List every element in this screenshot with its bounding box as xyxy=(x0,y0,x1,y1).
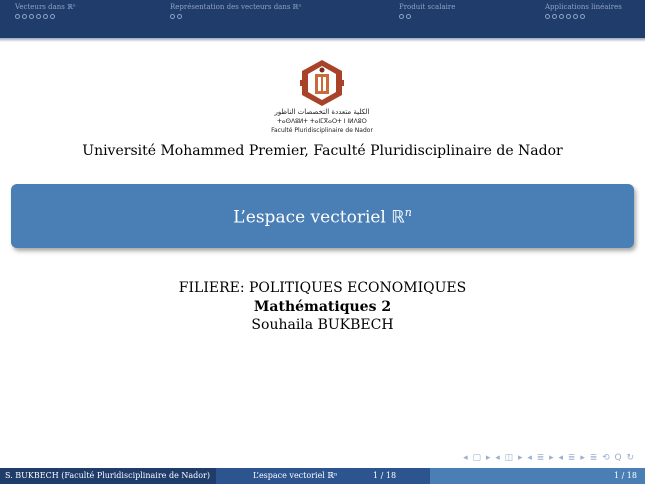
nav-dot[interactable] xyxy=(573,14,578,19)
nav-dot[interactable] xyxy=(552,14,557,19)
nav-subsection-dots xyxy=(545,14,622,19)
nav-dot[interactable] xyxy=(36,14,41,19)
nav-section-representation[interactable]: Représentation des vecteurs dans ℝⁿ xyxy=(170,2,302,19)
section-navigation-bar: Vecteurs dans ℝⁿ Représentation des vect… xyxy=(0,0,645,38)
nav-section-label: Applications linéaires xyxy=(545,3,622,11)
footer-middle: L’espace vectoriel ℝⁿ 1 / 18 xyxy=(216,468,430,484)
nav-dot[interactable] xyxy=(29,14,34,19)
nav-dot[interactable] xyxy=(22,14,27,19)
logo-french-text: Faculté Pluridisciplinaire de Nador xyxy=(271,127,373,134)
nav-dot[interactable] xyxy=(43,14,48,19)
logo-tifinagh-text: ⵜⴰⵙⴷⵓⵍⵜ ⵜⴰⵏⵎⴳⴰⵔⵜ ⵏ ⵏⵍⴷⵓⵔ xyxy=(277,118,367,125)
nav-section-label: Vecteurs dans ℝⁿ xyxy=(15,3,76,11)
footer-short-title: L’espace vectoriel ℝⁿ xyxy=(253,471,338,480)
nav-dot[interactable] xyxy=(15,14,20,19)
emblem-icon xyxy=(300,60,344,106)
nav-subsection-dots xyxy=(170,14,302,19)
filiere-line: FILIERE: POLITIQUES ECONOMIQUES xyxy=(178,280,467,296)
nav-bar-shadow xyxy=(0,38,645,42)
nav-section-label: Représentation des vecteurs dans ℝⁿ xyxy=(170,3,302,11)
nav-dot[interactable] xyxy=(559,14,564,19)
footer-author: S. BUKBECH (Faculté Pluridisciplinaire d… xyxy=(5,471,210,480)
nav-section-applications[interactable]: Applications linéaires xyxy=(545,2,622,19)
university-logo: الكلية متعددة التخصصات الناظور ⵜⴰⵙⴷⵓⵍⵜ ⵜ… xyxy=(271,60,373,134)
nav-section-label: Produit scalaire xyxy=(399,3,456,11)
author-name: Souhaila BUKBECH xyxy=(251,317,394,333)
nav-dot[interactable] xyxy=(399,14,404,19)
logo-arabic-text: الكلية متعددة التخصصات الناظور xyxy=(274,108,370,116)
nav-dot[interactable] xyxy=(170,14,175,19)
footer-page-center: 1 / 18 xyxy=(373,471,397,480)
title-box: L’espace vectoriel ℝn xyxy=(11,184,634,248)
nav-dot[interactable] xyxy=(177,14,182,19)
nav-dot[interactable] xyxy=(545,14,550,19)
nav-dot[interactable] xyxy=(566,14,571,19)
nav-dot[interactable] xyxy=(50,14,55,19)
footer-page-number: 1 / 18 xyxy=(613,471,637,480)
footer-right: 1 / 18 xyxy=(430,468,645,484)
title-symbol: ℝ xyxy=(391,207,405,228)
nav-dot[interactable] xyxy=(580,14,585,19)
beamer-navigation-symbols[interactable]: ◂ ▢ ▸ ◂ ◫ ▸ ◂ ≣ ▸ ◂ ≣ ▸ ≣ ⟲ Q ↻ xyxy=(463,453,635,463)
institute-name: Université Mohammed Premier, Faculté Plu… xyxy=(82,143,563,159)
footer-left: S. BUKBECH (Faculté Pluridisciplinaire d… xyxy=(0,468,216,484)
title-text: L’espace vectoriel xyxy=(233,207,392,228)
nav-section-vecteurs[interactable]: Vecteurs dans ℝⁿ xyxy=(15,2,76,19)
nav-subsection-dots xyxy=(15,14,76,19)
presentation-title: L’espace vectoriel ℝn xyxy=(11,206,634,228)
nav-dot[interactable] xyxy=(406,14,411,19)
footer-bar: S. BUKBECH (Faculté Pluridisciplinaire d… xyxy=(0,468,645,484)
title-exponent: n xyxy=(404,206,412,219)
nav-section-produit-scalaire[interactable]: Produit scalaire xyxy=(399,2,455,19)
nav-subsection-dots xyxy=(399,14,455,19)
subject-line: Mathématiques 2 xyxy=(253,299,392,315)
